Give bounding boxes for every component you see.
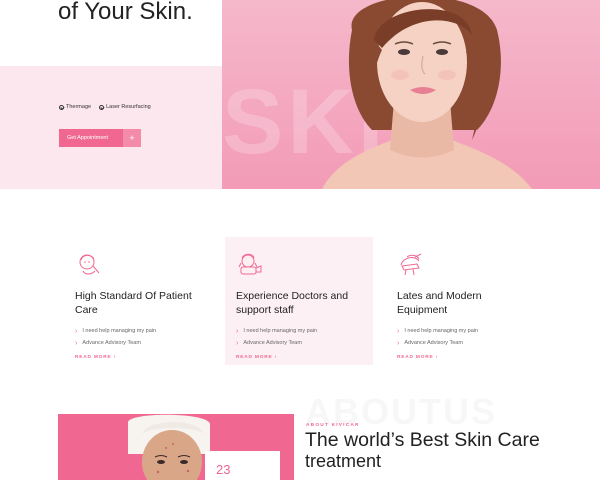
equipment-icon	[400, 253, 422, 276]
list-item-label: I need help managing my pain	[404, 328, 479, 334]
feature-card-list: › I need help managing my pain › Advance A…	[75, 326, 201, 349]
chevron-right-icon: ›	[236, 339, 239, 347]
feature-card-list: › I need help managing my pain › Advance A…	[397, 326, 523, 349]
hero-feature-thermage: Thermage	[59, 104, 91, 110]
hero-image: SKIN	[222, 0, 600, 189]
hero-left-pink-panel	[0, 66, 222, 189]
list-item: › Advance Advisory Team	[75, 338, 201, 350]
feature-card-equipment: Lates and Modern Equipment › I need help …	[386, 237, 534, 365]
list-item-label: Advance Advisory Team	[404, 339, 463, 346]
feature-card-doctors: Experience Doctors and support staff › I …	[225, 237, 373, 365]
doctor-icon	[238, 253, 262, 275]
plus-icon: +	[123, 129, 141, 147]
hero-title: of Your Skin.	[58, 0, 193, 25]
list-item-label: I need help managing my pain	[82, 328, 157, 334]
chevron-right-icon: ›	[75, 339, 78, 347]
feature-card-title: High Standard Of Patient Care	[75, 290, 192, 316]
chevron-right-icon: ›	[397, 339, 400, 347]
feature-card-patient-care: High Standard Of Patient Care › I need he…	[64, 237, 212, 365]
about-subtitle: treatment	[305, 451, 382, 471]
hero-feature-label: Thermage	[66, 104, 92, 110]
woman-portrait-image	[322, 0, 532, 189]
feature-card-title: Lates and Modern Equipment	[397, 290, 482, 316]
chevron-right-icon: ›	[397, 328, 400, 336]
list-item: › Advance Advisory Team	[397, 338, 523, 350]
hero-feature-label: Laser Resurfacing	[106, 104, 151, 110]
stat-number: 23	[216, 462, 231, 477]
check-circle-icon	[99, 104, 105, 110]
list-item: › Advance Advisory Team	[236, 338, 362, 350]
read-more-link[interactable]: READ MORE ›	[236, 355, 362, 360]
check-circle-icon	[59, 104, 64, 110]
feature-card-list: › I need help managing my pain › Advance A…	[236, 326, 362, 349]
face-care-icon	[79, 254, 100, 275]
features-section: High Standard Of Patient Care › I need he…	[0, 189, 600, 394]
hero-feature-laser: Laser Resurfacing	[99, 104, 151, 110]
get-appointment-button[interactable]: Get Appointment +	[59, 129, 141, 147]
about-title: The world’s Best Skin Care	[305, 429, 540, 451]
list-item-label: I need help managing my pain	[243, 328, 318, 334]
list-item-label: Advance Advisory Team	[243, 339, 302, 346]
feature-card-title: Experience Doctors and support staff	[236, 290, 349, 316]
list-item: › I need help managing my pain	[397, 326, 523, 338]
hero-section: of Your Skin. Thermage Laser Resurfacing…	[0, 0, 600, 189]
read-more-link[interactable]: READ MORE ›	[397, 355, 523, 360]
list-item: › I need help managing my pain	[236, 326, 362, 338]
about-eyebrow: ABOUT KIVICAR	[306, 423, 360, 428]
chevron-right-icon: ›	[75, 328, 78, 336]
read-more-link[interactable]: READ MORE ›	[75, 355, 201, 360]
list-item-label: Advance Advisory Team	[82, 339, 141, 346]
hero-feature-list: Thermage Laser Resurfacing	[59, 104, 151, 110]
chevron-right-icon: ›	[236, 328, 239, 336]
get-appointment-label: Get Appointment	[67, 135, 108, 141]
list-item: › I need help managing my pain	[75, 326, 201, 338]
